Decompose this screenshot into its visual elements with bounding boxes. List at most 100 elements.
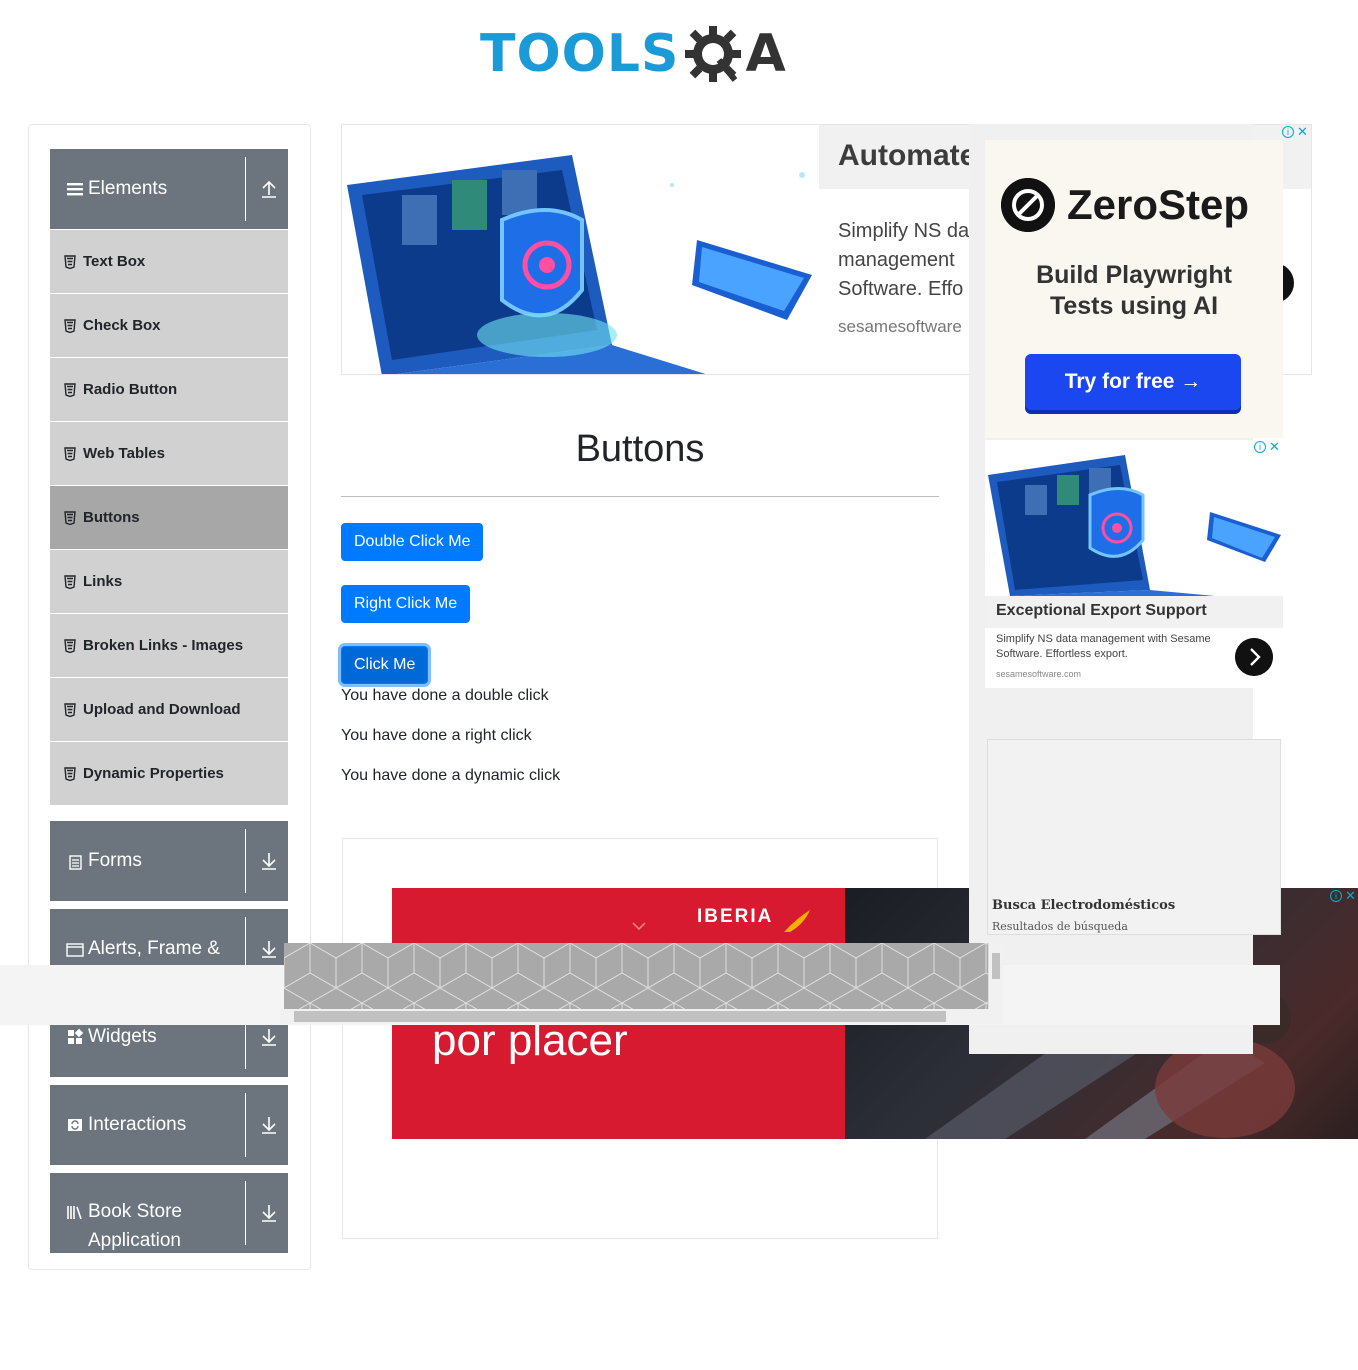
books-icon (67, 1206, 82, 1220)
divider (245, 917, 246, 965)
sidebar-item-buttons[interactable]: Buttons (50, 485, 288, 549)
logo-text: TOOLS (480, 24, 680, 84)
arrow-down-icon[interactable] (260, 939, 278, 959)
divider (245, 1025, 246, 1069)
vertical-scrollbar[interactable] (988, 943, 1003, 1009)
ad-title: Busca Electrodomésticos (992, 898, 1176, 913)
chevron-down-icon (632, 922, 646, 930)
sidebar-group-book-store[interactable]: Book Store Application (50, 1173, 288, 1253)
ad-title: Exceptional Export Support (996, 602, 1207, 619)
ad-body: Simplify NS data management with Sesame … (996, 633, 1211, 660)
divider (245, 1093, 246, 1157)
sidebar-item-links[interactable]: Links (50, 549, 288, 613)
sidebar-item-check-box[interactable]: Check Box (50, 293, 288, 357)
group-header-interactions[interactable]: Interactions (50, 1085, 288, 1165)
sidebar-item-upload-download[interactable]: Upload and Download (50, 677, 288, 741)
sidebar-group-forms[interactable]: Forms (50, 821, 288, 901)
right-click-button[interactable]: Right Click Me (341, 585, 471, 623)
group-header-forms[interactable]: Forms (50, 821, 288, 901)
arrow-down-icon[interactable] (260, 1203, 278, 1223)
zerostep-logo: ZeroStep (1001, 178, 1249, 232)
group-header-alerts[interactable]: Alerts, Frame & (50, 909, 288, 965)
ad-body-line: Simplify NS da (838, 220, 970, 242)
html5-icon (64, 638, 76, 653)
html5-icon (64, 382, 76, 397)
arrow-down-icon[interactable] (260, 1115, 278, 1135)
right-click-message: You have done a right click (341, 727, 532, 744)
group-label: Forms (88, 850, 142, 871)
sidebar-group-interactions[interactable]: Interactions (50, 1085, 288, 1165)
page-title: Buttons (575, 428, 705, 470)
sidebar-group-alerts[interactable]: Alerts, Frame & (50, 909, 288, 965)
html5-icon (64, 318, 76, 333)
sidebar-item-radio-button[interactable]: Radio Button (50, 357, 288, 421)
arrow-down-icon[interactable] (260, 1027, 278, 1047)
sidebar-group-elements[interactable]: Elements Text Box Check Box Radio Button… (50, 149, 288, 805)
adchoices-icon[interactable]: i ✕ (1282, 125, 1312, 140)
ad-pattern-frame (284, 943, 988, 1009)
zerostep-subtitle: Build Playwright Tests using AI (985, 260, 1283, 322)
widgets-icon (68, 1028, 84, 1044)
sidebar-item-web-tables[interactable]: Web Tables (50, 421, 288, 485)
dynamic-click-message: You have done a dynamic click (341, 767, 561, 784)
divider (245, 829, 246, 893)
group-header-elements[interactable]: Elements (50, 149, 288, 229)
dynamic-click-button[interactable]: Click Me (341, 646, 429, 684)
divider (245, 157, 246, 221)
group-header-widgets[interactable]: Widgets (50, 1025, 288, 1077)
sidebar-item-broken-links[interactable]: Broken Links - Images (50, 613, 288, 677)
ad-busca[interactable]: Busca Electrodomésticos Resultados de bú… (987, 739, 1281, 935)
interactions-icon (68, 1119, 82, 1131)
gear-icon (685, 26, 742, 82)
ad-url: sesamesoftware.com (996, 669, 1082, 679)
ad-export-image (985, 440, 1283, 596)
toolsqa-logo[interactable]: TOOLS A (480, 14, 810, 94)
ad-body-line: management (838, 249, 955, 271)
ad-subtitle: Resultados de búsqueda (992, 920, 1128, 933)
divider (245, 1181, 246, 1245)
double-click-button[interactable]: Double Click Me (341, 523, 484, 561)
iberia-wing-icon (784, 910, 810, 932)
html5-icon (64, 766, 76, 781)
iberia-logo: IBERIA (697, 906, 774, 927)
group-header-book-store[interactable]: Book Store Application (50, 1173, 288, 1253)
scrollbar-thumb[interactable] (294, 1011, 946, 1022)
subtitle-line: Build Playwright (1036, 261, 1232, 289)
ad-url: sesamesoftware (838, 317, 962, 336)
adchoices-icon[interactable]: i ✕ (1330, 889, 1358, 904)
arrow-up-icon[interactable] (260, 179, 278, 199)
window-icon (66, 943, 84, 957)
hexagon-pattern (284, 943, 988, 1009)
sidebar-group-widgets[interactable]: Widgets (50, 1025, 288, 1077)
group-label: Elements (88, 178, 168, 199)
try-for-free-button[interactable]: Try for free → (1025, 354, 1241, 410)
ad-zerostep[interactable]: ZeroStep Build Playwright Tests using AI… (985, 140, 1283, 438)
sidebar: Elements Text Box Check Box Radio Button… (28, 124, 311, 1270)
group-label: Alerts, Frame & (88, 938, 220, 959)
zerostep-brand: ZeroStep (1067, 181, 1250, 228)
ad-illustration-laptop (342, 125, 819, 374)
group-label: Book Store Application (88, 1201, 182, 1251)
logo-suffix: A (745, 24, 786, 84)
subtitle-line: Tests using AI (1049, 292, 1219, 320)
ad-illustration-laptop (988, 455, 1281, 596)
chevron-right-icon[interactable] (1235, 638, 1273, 676)
scrollbar-thumb[interactable] (992, 953, 1000, 979)
ad-body-line: Software. Effo (838, 278, 964, 300)
sidebar-item-text-box[interactable]: Text Box (50, 229, 288, 293)
ad-title: Automate (838, 139, 977, 172)
html5-icon (64, 574, 76, 589)
double-click-message: You have done a double click (341, 687, 549, 704)
zerostep-logo-icon (1001, 178, 1055, 232)
menu-icon (67, 183, 83, 196)
sidebar-item-list: Text Box Check Box Radio Button Web Tabl… (50, 229, 288, 805)
horizontal-scrollbar[interactable] (280, 1009, 1003, 1024)
arrow-down-icon[interactable] (260, 851, 278, 871)
group-label: Widgets (88, 1026, 157, 1047)
ad-export-support[interactable]: Exceptional Export Support Simplify NS d… (985, 440, 1283, 688)
html5-icon (64, 510, 76, 525)
sidebar-item-dynamic-properties[interactable]: Dynamic Properties (50, 741, 288, 805)
group-label: Interactions (88, 1114, 187, 1135)
adchoices-icon[interactable]: i ✕ (1254, 440, 1284, 455)
html5-icon (64, 254, 76, 269)
